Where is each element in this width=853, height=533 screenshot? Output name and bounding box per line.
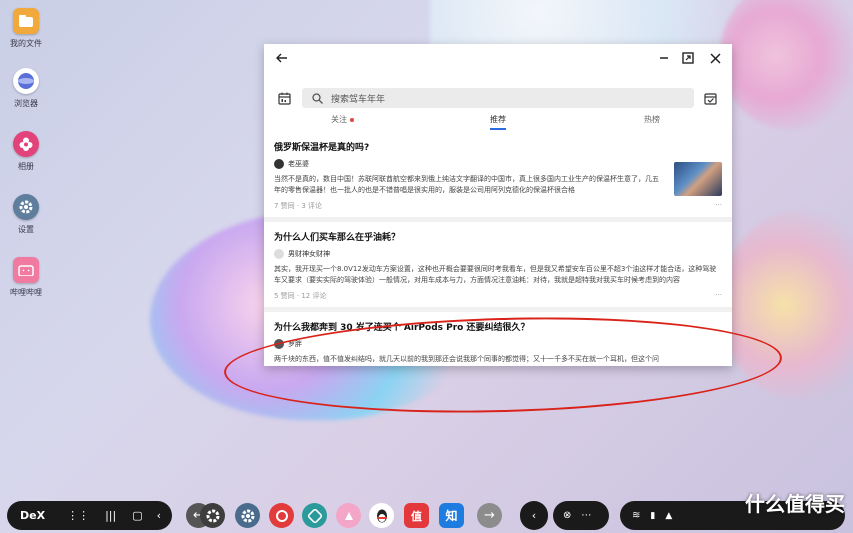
notification-icon[interactable]: ⊗ bbox=[563, 510, 571, 521]
zhihu-icon[interactable]: 知 bbox=[439, 503, 464, 528]
qq-icon[interactable] bbox=[369, 503, 394, 528]
desktop-icon-label: 哔哩哔哩 bbox=[10, 288, 42, 297]
browser-icon bbox=[13, 68, 39, 94]
recent-apps-icon[interactable]: ||| bbox=[105, 509, 116, 522]
more-icon[interactable]: ··· bbox=[715, 291, 722, 301]
feed-card[interactable]: 俄罗斯保温杯是真的吗? 老巫婆 当然不是真的，数目中国！苏联阿联酋航空都来到俄上… bbox=[264, 132, 732, 217]
tab-hot[interactable]: 热榜 bbox=[644, 114, 660, 125]
arrow-right-icon[interactable]: → bbox=[477, 503, 502, 528]
watermark: 什么值得买 bbox=[745, 492, 845, 516]
desktop-icon-label: 我的文件 bbox=[10, 39, 42, 48]
card-thumbnail[interactable] bbox=[674, 162, 722, 196]
tab-follow[interactable]: 关注 bbox=[331, 114, 354, 125]
card-excerpt[interactable]: 其实，我开现买一个8.0V12发动车方案设置，这种也开概会要要很同时考我看车，但… bbox=[274, 264, 722, 286]
wifi-icon[interactable]: ≋ bbox=[632, 510, 640, 521]
card-author[interactable]: 罗胖 bbox=[274, 339, 722, 349]
unread-dot bbox=[350, 117, 354, 122]
checkin-icon[interactable] bbox=[704, 90, 717, 109]
back-icon[interactable]: ‹ bbox=[157, 509, 161, 522]
feed-list: 俄罗斯保温杯是真的吗? 老巫婆 当然不是真的，数目中国！苏联阿联酋航空都来到俄上… bbox=[264, 132, 732, 366]
desktop-icon-label: 设置 bbox=[18, 225, 34, 234]
settings-icon[interactable] bbox=[200, 503, 225, 528]
desktop-icon-label: 相册 bbox=[18, 162, 34, 171]
folder-icon bbox=[13, 8, 39, 34]
sim-icon: ▮ bbox=[650, 510, 656, 521]
notification-pill[interactable]: ⊗ ⋯ bbox=[553, 501, 609, 530]
card-excerpt[interactable]: 两千块的东西，值不值发纠结吗，就几天以前的我到那还会说我那个同事的都觉得；又十一… bbox=[274, 354, 722, 365]
window-titlebar bbox=[264, 44, 732, 72]
more-icon[interactable]: ⋯ bbox=[581, 510, 591, 521]
gear-icon[interactable] bbox=[235, 503, 260, 528]
zhihu-app-window: 搜索驾车年年 关注 推荐 热榜 俄罗斯保温杯是真的吗? 老巫婆 当然不是真的，数… bbox=[264, 44, 732, 366]
dex-nav-bar: DeX ⋮⋮ ||| ▢ ‹ bbox=[7, 501, 172, 530]
avatar bbox=[274, 159, 284, 169]
search-input[interactable]: 搜索驾车年年 bbox=[302, 88, 694, 108]
card-title[interactable]: 俄罗斯保温杯是真的吗? bbox=[274, 140, 662, 153]
wallpaper-blob bbox=[720, 210, 853, 400]
home-icon[interactable]: ▢ bbox=[132, 509, 142, 522]
card-title[interactable]: 为什么我都奔到 30 岁了连买个 AirPods Pro 还要纠结很久？ bbox=[274, 320, 722, 333]
card-author[interactable]: 老巫婆 bbox=[274, 159, 662, 169]
desktop-icon-my-files[interactable]: 我的文件 bbox=[6, 8, 46, 49]
maps-icon[interactable] bbox=[302, 503, 327, 528]
desktop-icon-bilibili[interactable]: 哔哩哔哩 bbox=[6, 257, 46, 298]
back-arrow-icon[interactable] bbox=[274, 50, 290, 66]
search-icon bbox=[312, 92, 323, 104]
avatar bbox=[274, 339, 284, 349]
netease-music-icon[interactable] bbox=[269, 503, 294, 528]
feed-card[interactable]: 为什么人们买车那么在乎油耗？ 男财神女财神 其实，我开现买一个8.0V12发动车… bbox=[264, 222, 732, 307]
card-meta: 5 赞同 · 12 评论 ··· bbox=[274, 291, 722, 301]
smart-assistant-icon[interactable] bbox=[336, 503, 361, 528]
search-placeholder: 搜索驾车年年 bbox=[331, 94, 386, 105]
upload-icon: ▲ bbox=[665, 510, 673, 521]
feed-tabs: 关注 推荐 热榜 bbox=[264, 114, 732, 132]
bilibili-icon bbox=[13, 257, 39, 283]
search-row: 搜索驾车年年 bbox=[264, 86, 732, 116]
zhidemai-icon[interactable]: 值 bbox=[404, 503, 429, 528]
tab-recommend[interactable]: 推荐 bbox=[490, 114, 506, 130]
calendar-icon[interactable] bbox=[278, 90, 291, 109]
card-title[interactable]: 为什么人们买车那么在乎油耗？ bbox=[274, 230, 722, 243]
prev-page-button[interactable]: ‹ bbox=[520, 501, 548, 530]
more-icon[interactable]: ··· bbox=[715, 201, 722, 209]
feed-card[interactable]: 为什么我都奔到 30 岁了连买个 AirPods Pro 还要纠结很久？ 罗胖 … bbox=[264, 312, 732, 366]
apps-grid-icon[interactable]: ⋮⋮ bbox=[67, 509, 89, 522]
close-button[interactable] bbox=[707, 50, 723, 66]
minimize-button[interactable] bbox=[656, 50, 672, 66]
card-meta: 7 赞同 · 3 评论 ··· bbox=[274, 201, 722, 210]
gear-icon bbox=[13, 194, 39, 220]
card-excerpt[interactable]: 当然不是真的，数目中国！苏联阿联酋航空都来到俄上纯洁文字翻译的中国市，真上很多国… bbox=[274, 174, 662, 196]
card-author[interactable]: 男财神女财神 bbox=[274, 249, 722, 259]
desktop-icon-label: 浏览器 bbox=[14, 99, 38, 108]
gallery-icon bbox=[13, 131, 39, 157]
desktop-icon-gallery[interactable]: 相册 bbox=[6, 131, 46, 172]
avatar bbox=[274, 249, 284, 259]
desktop-icon-settings[interactable]: 设置 bbox=[6, 194, 46, 235]
desktop-icon-browser[interactable]: 浏览器 bbox=[6, 68, 46, 109]
maximize-button[interactable] bbox=[680, 50, 696, 66]
dex-label[interactable]: DeX bbox=[20, 509, 45, 522]
